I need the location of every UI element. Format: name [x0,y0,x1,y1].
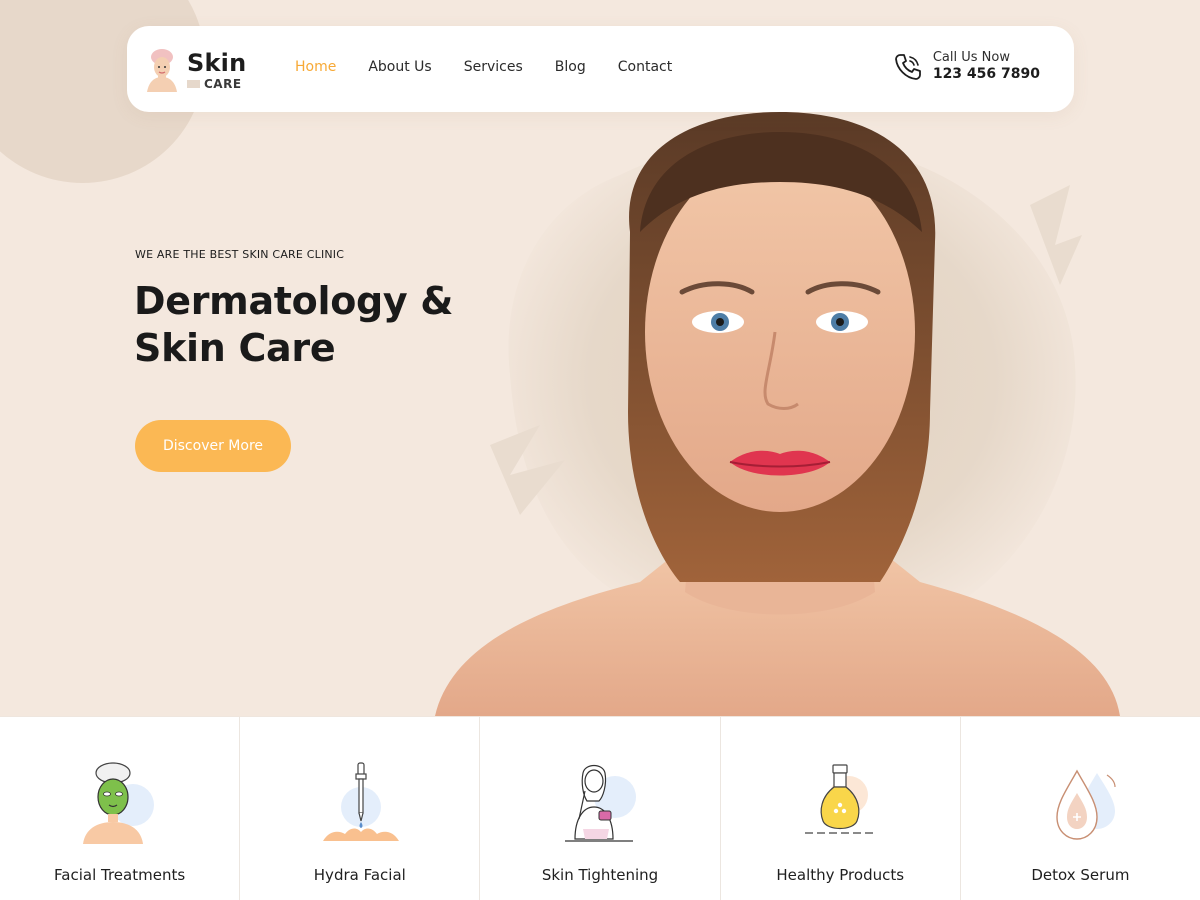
service-card-facial-treatments[interactable]: Facial Treatments [0,717,241,900]
nav-home[interactable]: Home [295,59,336,75]
service-label: Skin Tightening [541,866,659,884]
nav-about-us[interactable]: About Us [368,59,431,75]
service-label: Healthy Products [776,866,905,884]
nav-services[interactable]: Services [464,59,523,75]
service-card-hydra-facial[interactable]: Hydra Facial [240,717,481,900]
phone-icon [894,53,921,80]
woman-portrait-image [435,112,1120,716]
service-label: Facial Treatments [54,866,186,884]
service-label: Detox Serum [1031,866,1130,884]
nav-contact[interactable]: Contact [618,59,672,75]
dropper-icon [322,762,399,841]
hero-eyebrow: WE ARE THE BEST SKIN CARE CLINIC [135,248,345,261]
brand-bar [187,79,200,88]
hero-headline: Dermatology & Skin Care [134,278,494,372]
discover-more-button[interactable]: Discover More [135,420,291,472]
nav-blog[interactable]: Blog [555,59,586,75]
call-us-block[interactable]: Call Us Now 123 456 7890 [892,50,1040,84]
hero-title-line-1: Dermatology & [134,279,454,323]
oil-bottle-icon [805,764,876,834]
woman-cream-icon [565,764,636,842]
services-strip: Facial Treatments Hydra Facial Skin Tigh… [0,716,1200,900]
call-label: Call Us Now [932,50,1010,65]
hero-title-line-2: Skin Care [134,326,336,370]
service-card-skin-tightening[interactable]: Skin Tightening [480,717,721,900]
site-header: Skin CARE Home About Us Services Blog Co… [127,26,1074,112]
serum-drops-icon [1056,769,1117,840]
woman-towel-logo-icon [147,49,177,92]
service-card-healthy-products[interactable]: Healthy Products [721,717,961,900]
brand-name-bottom: CARE [204,76,242,91]
service-card-detox-serum[interactable]: Detox Serum [961,717,1200,900]
brand-logo[interactable]: Skin CARE [145,46,246,94]
main-nav: Home About Us Services Blog Contact [295,59,704,75]
brand-name-top: Skin [187,48,247,77]
face-mask-icon [82,762,154,844]
call-number[interactable]: 123 456 7890 [933,66,1040,84]
service-label: Hydra Facial [313,866,406,884]
